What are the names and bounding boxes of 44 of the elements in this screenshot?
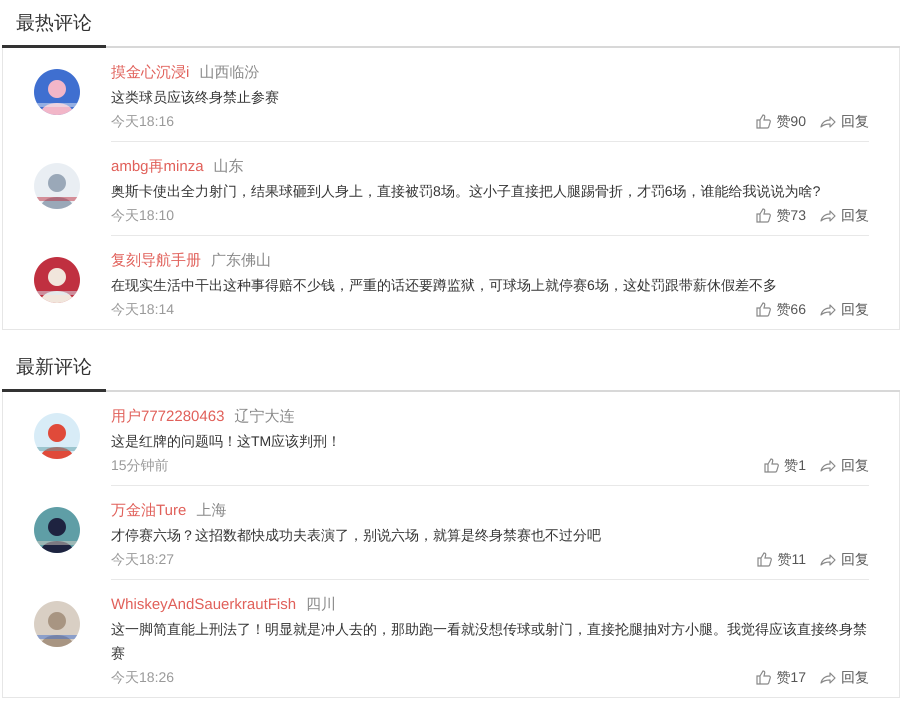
reply-button[interactable]: 回复 (820, 203, 869, 227)
like-button[interactable]: 赞17 (755, 665, 806, 689)
user-location: 山东 (214, 157, 244, 177)
comment-time: 今天18:10 (111, 206, 176, 225)
like-button[interactable]: 赞11 (756, 547, 806, 571)
reply-button[interactable]: 回复 (820, 547, 869, 571)
comment-time: 15分钟前 (111, 456, 170, 475)
user-location: 广东佛山 (211, 251, 271, 271)
comment-text: 这是红牌的问题吗！这TM应该判刑！ (111, 432, 342, 451)
user-name[interactable]: 复刻导航手册 (111, 249, 201, 273)
like-button[interactable]: 赞73 (755, 203, 806, 227)
thumbs-up-icon (755, 113, 772, 129)
user-location: 四川 (306, 595, 336, 615)
comment-text: 奥斯卡使出全力射门，结果球砸到人身上，直接被罚8场。这小子直接把人腿踢骨折，才罚6场，谁能给我说说为啥? (111, 182, 822, 201)
user-location: 山西临汾 (199, 63, 260, 83)
user-location: 辽宁大连 (234, 407, 294, 427)
thumbs-up-icon (756, 551, 772, 567)
comment-text: 这类球员应该终身禁止参赛 (111, 88, 280, 107)
user-name[interactable]: WhiskeyAndSauerkrautFish (111, 593, 296, 617)
comment-time: 今天18:27 (111, 550, 176, 569)
user-name[interactable]: ambg再minza (111, 155, 204, 179)
thumbs-up-icon (755, 669, 772, 685)
user-name[interactable]: 摸金心沉浸i (111, 61, 190, 85)
like-button[interactable]: 赞90 (755, 109, 806, 133)
comment-text: 这一脚简直能上刑法了！明显就是冲人去的，那助跑一看就没想传球或射门，直接抡腿抽对方小腿。我觉得应该直接终身禁赛 (111, 620, 868, 663)
comment-time: 今天18:26 (111, 668, 176, 687)
section-tab[interactable]: 最新评论 (2, 344, 106, 392)
thumbs-up-icon (755, 207, 772, 223)
like-button[interactable]: 赞1 (763, 453, 806, 477)
user-name[interactable]: 用户7772280463 (111, 405, 224, 429)
user-name[interactable]: 万金油Ture (111, 499, 186, 523)
user-location: 上海 (196, 501, 226, 521)
thumbs-up-icon (755, 301, 772, 317)
thumbs-up-icon (763, 457, 780, 473)
reply-button[interactable]: 回复 (820, 453, 869, 477)
reply-button[interactable]: 回复 (820, 297, 869, 321)
like-button[interactable]: 赞66 (755, 297, 806, 321)
section-tab[interactable]: 最热评论 (2, 0, 106, 48)
comment-text: 在现实生活中干出这种事得赔不少钱，严重的话还要蹲监狱，可球场上就停赛6场，这处罚跟带薪休假差不多 (111, 276, 778, 295)
comment-time: 今天18:14 (111, 300, 176, 319)
reply-button[interactable]: 回复 (820, 109, 869, 133)
comment-time: 今天18:16 (111, 112, 176, 131)
comment-text: 才停赛六场？这招数都快成功夫表演了，别说六场，就算是终身禁赛也不过分吧 (111, 526, 602, 545)
reply-button[interactable]: 回复 (820, 665, 869, 689)
